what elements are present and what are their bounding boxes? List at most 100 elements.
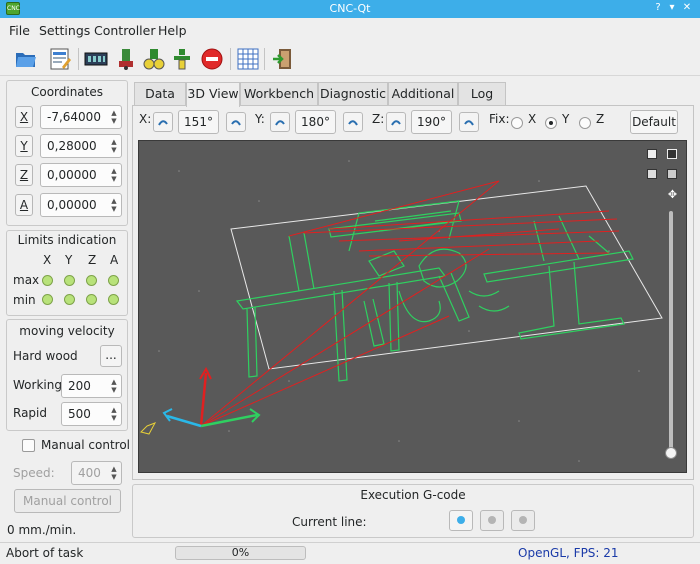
fit-view-icon[interactable]: ✥ bbox=[667, 189, 678, 200]
toolbar bbox=[0, 42, 700, 76]
rapid-moves bbox=[200, 180, 620, 427]
open-file-icon[interactable] bbox=[12, 45, 40, 73]
minimize-icon[interactable]: ▾ bbox=[665, 1, 679, 15]
axis-y-button[interactable]: Y bbox=[15, 135, 33, 157]
manual-speed-input[interactable]: 400 ▲ ▼ bbox=[71, 461, 122, 485]
execution-title: Execution G-code bbox=[360, 488, 466, 502]
y-angle-button[interactable]: 180° bbox=[295, 110, 336, 134]
viewport-scene bbox=[140, 160, 663, 462]
limits-title: Limits indication bbox=[17, 233, 117, 247]
limit-led-z-min bbox=[86, 294, 97, 305]
limit-row-min: min bbox=[13, 293, 36, 307]
current-line-label: Current line: bbox=[292, 515, 367, 529]
working-label: Working bbox=[13, 378, 62, 392]
window-title: CNC-Qt bbox=[329, 2, 371, 15]
grid-icon[interactable] bbox=[234, 45, 262, 73]
fix-x-radio[interactable] bbox=[511, 117, 523, 129]
play-button[interactable] bbox=[449, 510, 473, 531]
tab-diagnostic[interactable]: Diagnostic bbox=[318, 82, 388, 106]
manual-control-button[interactable]: Manual control bbox=[14, 489, 121, 513]
pause-button[interactable] bbox=[480, 510, 504, 531]
3d-viewport[interactable]: ✥ bbox=[138, 140, 687, 473]
a-coordinate-input[interactable]: 0,00000 ▲ ▼ bbox=[40, 193, 122, 217]
menu-controller[interactable]: Controller bbox=[94, 23, 156, 38]
help-window-icon[interactable]: ? bbox=[651, 1, 665, 15]
close-icon[interactable]: ✕ bbox=[680, 1, 694, 15]
limit-led-x-min bbox=[42, 294, 53, 305]
axis-x-button[interactable]: X bbox=[15, 106, 33, 128]
fix-y-label: Y bbox=[562, 112, 570, 126]
fix-x-label: X bbox=[528, 112, 537, 126]
rotate-y-left-icon[interactable] bbox=[270, 112, 290, 132]
view-right-icon[interactable] bbox=[667, 169, 677, 179]
rotate-z-left-icon[interactable] bbox=[386, 112, 406, 132]
fix-z-label: Z bbox=[596, 112, 605, 126]
limit-col-z: Z bbox=[88, 253, 97, 267]
limit-led-y-max bbox=[64, 275, 75, 286]
spin-arrows-icon[interactable]: ▲ ▼ bbox=[110, 109, 118, 125]
disconnect-device-icon[interactable] bbox=[112, 45, 140, 73]
menu-file[interactable]: File bbox=[9, 23, 30, 38]
rapid-label: Rapid bbox=[13, 406, 47, 420]
stop-execution-button[interactable] bbox=[511, 510, 535, 531]
tab-additional[interactable]: Additional bbox=[388, 82, 458, 106]
spin-arrows-icon[interactable]: ▲ ▼ bbox=[110, 167, 118, 183]
zoom-slider-track[interactable] bbox=[669, 211, 673, 459]
spin-arrows-icon[interactable]: ▲ ▼ bbox=[110, 465, 118, 481]
zoom-slider-handle[interactable] bbox=[665, 447, 677, 459]
spin-arrows-icon[interactable]: ▲ ▼ bbox=[110, 406, 118, 422]
coordinates-title: Coordinates bbox=[30, 85, 104, 99]
fix-z-radio[interactable] bbox=[579, 117, 591, 129]
limit-col-a: A bbox=[110, 253, 119, 267]
z-coordinate-input[interactable]: 0,00000 ▲ ▼ bbox=[40, 163, 122, 187]
y-coordinate-input[interactable]: 0,28000 ▲ ▼ bbox=[40, 134, 122, 158]
limit-led-a-min bbox=[108, 294, 119, 305]
manual-control-checkbox[interactable] bbox=[22, 439, 35, 452]
rotate-z-right-icon[interactable] bbox=[459, 112, 479, 132]
spin-arrows-icon[interactable]: ▲ ▼ bbox=[110, 378, 118, 394]
stop-execution-icon bbox=[519, 516, 527, 524]
tab-data[interactable]: Data bbox=[134, 82, 186, 106]
spin-arrows-icon[interactable]: ▲ ▼ bbox=[110, 197, 118, 213]
axis-z-line bbox=[199, 372, 208, 427]
menu-help[interactable]: Help bbox=[158, 23, 187, 38]
view-front-icon[interactable] bbox=[667, 149, 677, 159]
fix-label: Fix: bbox=[489, 112, 510, 126]
view-left-icon[interactable] bbox=[647, 169, 657, 179]
limit-led-y-min bbox=[64, 294, 75, 305]
view-top-icon[interactable] bbox=[647, 149, 657, 159]
x-coordinate-input[interactable]: -7,64000 ▲ ▼ bbox=[40, 105, 122, 129]
default-view-button[interactable]: Default bbox=[630, 110, 678, 134]
limit-col-y: Y bbox=[65, 253, 73, 267]
run-icon[interactable] bbox=[140, 45, 168, 73]
limit-col-x: X bbox=[43, 253, 52, 267]
rotate-x-left-icon[interactable] bbox=[153, 112, 173, 132]
axis-y-line bbox=[166, 414, 202, 428]
tab-log[interactable]: Log bbox=[458, 82, 506, 106]
limit-led-a-max bbox=[108, 275, 119, 286]
rapid-velocity-input[interactable]: 500 ▲ ▼ bbox=[61, 402, 122, 426]
x-angle-button[interactable]: 151° bbox=[178, 110, 219, 134]
rotate-y-right-icon[interactable] bbox=[343, 112, 363, 132]
tab-workbench[interactable]: Workbench bbox=[240, 82, 318, 106]
limit-led-z-max bbox=[86, 275, 97, 286]
axis-z-button[interactable]: Z bbox=[15, 164, 33, 186]
spin-arrows-icon[interactable]: ▲ ▼ bbox=[110, 138, 118, 154]
material-label: Hard wood bbox=[13, 349, 78, 363]
edit-file-icon[interactable] bbox=[46, 45, 74, 73]
manual-control-label: Manual control bbox=[41, 438, 131, 452]
connect-device-icon[interactable] bbox=[82, 45, 110, 73]
workbench-plane bbox=[230, 185, 663, 370]
fix-y-radio[interactable] bbox=[545, 117, 557, 129]
status-message: Abort of task bbox=[6, 546, 84, 560]
material-select-button[interactable]: ... bbox=[100, 345, 122, 367]
z-angle-button[interactable]: 190° bbox=[411, 110, 452, 134]
stop-icon[interactable] bbox=[198, 45, 226, 73]
axis-a-button[interactable]: A bbox=[15, 194, 33, 216]
step-icon[interactable] bbox=[168, 45, 196, 73]
working-velocity-input[interactable]: 200 ▲ ▼ bbox=[61, 374, 122, 398]
exit-icon[interactable] bbox=[268, 45, 296, 73]
tab-3d-view[interactable]: 3D View bbox=[186, 82, 240, 107]
menu-settings[interactable]: Settings bbox=[39, 23, 90, 38]
rotate-x-right-icon[interactable] bbox=[226, 112, 246, 132]
